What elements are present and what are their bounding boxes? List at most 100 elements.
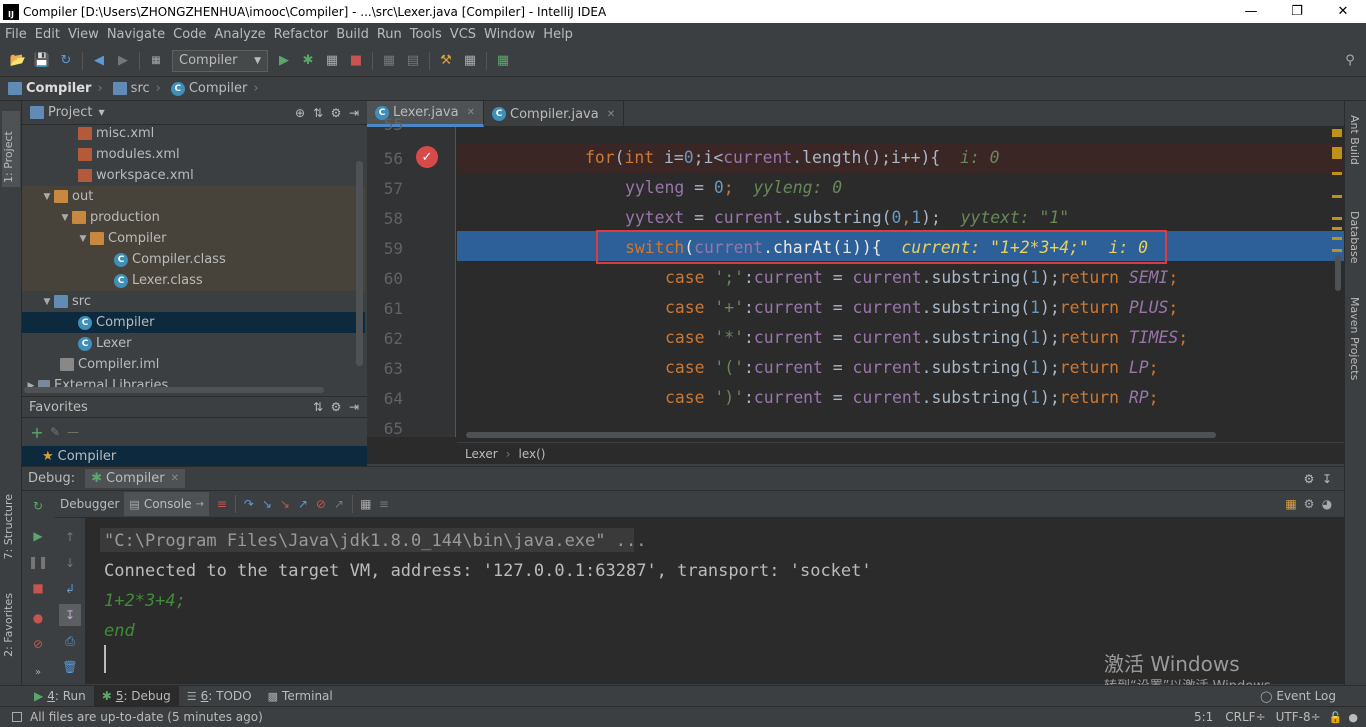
tree-item[interactable]: C Lexer xyxy=(22,333,365,354)
trash-icon[interactable]: 🗑 xyxy=(61,658,79,676)
event-log-button[interactable]: ◯ Event Log xyxy=(1252,686,1344,707)
add-icon[interactable]: + xyxy=(28,423,46,442)
menu-analyze[interactable]: Analyze xyxy=(209,27,268,42)
tool-tab-project[interactable]: 1: Project xyxy=(2,111,20,187)
minimize-button[interactable]: — xyxy=(1228,0,1274,23)
collapse-icon[interactable]: ⇅ xyxy=(309,104,327,122)
settings-wrench-icon[interactable]: ⚒ xyxy=(436,51,456,71)
lock-icon[interactable]: 🔓 xyxy=(1329,711,1343,724)
breadcrumb-method[interactable]: lex() xyxy=(519,447,546,461)
show-execution-point-icon[interactable]: ≡ xyxy=(213,495,231,513)
menu-help[interactable]: Help xyxy=(538,27,576,42)
restore-layout-icon[interactable]: ▦ xyxy=(1282,495,1300,513)
editor-hscrollbar[interactable] xyxy=(466,432,1216,438)
tree-item-selected[interactable]: C Compiler xyxy=(22,312,365,333)
debug-session-tab[interactable]: ✱ Compiler ✕ xyxy=(85,469,185,488)
debug-icon[interactable]: ✱ xyxy=(298,51,318,71)
pin-icon[interactable]: ◕ xyxy=(1318,495,1336,513)
hide-icon[interactable]: ↧ xyxy=(1318,470,1336,488)
trace-icon[interactable]: ≡ xyxy=(375,495,393,513)
menu-tools[interactable]: Tools xyxy=(405,27,445,42)
menu-code[interactable]: Code xyxy=(168,27,209,42)
nav-crumb-class[interactable]: C Compiler › xyxy=(170,81,259,96)
menu-edit[interactable]: Edit xyxy=(30,27,63,42)
nav-crumb-project[interactable]: Compiler › xyxy=(8,81,103,96)
search-icon[interactable]: ⚲ xyxy=(1340,51,1360,71)
project-hscrollbar[interactable] xyxy=(24,387,324,393)
menu-build[interactable]: Build xyxy=(331,27,372,42)
run-config-select[interactable]: Compiler ▼ xyxy=(172,49,268,72)
soft-wrap-icon[interactable]: ↲ xyxy=(61,580,79,598)
step-out-icon[interactable]: ↗ xyxy=(294,495,312,513)
step-into-icon[interactable]: ↘ xyxy=(258,495,276,513)
sdk-icon[interactable]: ▤ xyxy=(403,51,423,71)
code-line-case[interactable]: case ')':current = current.substring(1);… xyxy=(457,383,1343,413)
expand-arrow-icon[interactable]: ▼ xyxy=(40,297,54,307)
collapse-icon[interactable]: ⇅ xyxy=(309,398,327,416)
more-icon[interactable]: » xyxy=(29,663,47,681)
expand-arrow-icon[interactable]: ▼ xyxy=(76,234,90,244)
close-button[interactable]: ✕ xyxy=(1320,0,1366,23)
code-line-58[interactable]: yytext = current.substring(0,1); yytext:… xyxy=(457,203,1343,233)
back-icon[interactable]: ◀ xyxy=(89,51,109,71)
remove-icon[interactable]: — xyxy=(64,423,82,441)
gear-icon[interactable]: ⚙ xyxy=(327,398,345,416)
close-icon[interactable]: ✕ xyxy=(171,473,179,484)
code-line-56[interactable]: for(int i=0;i<current.length();i++){ i: … xyxy=(457,143,1343,173)
edit-icon[interactable]: ✎ xyxy=(46,423,64,441)
tab-terminal[interactable]: ▩ Terminal xyxy=(260,686,341,707)
force-step-into-icon[interactable]: ↘ xyxy=(276,495,294,513)
mute-breakpoints-icon[interactable]: ⊘ xyxy=(29,635,47,653)
project-view-select[interactable]: Project xyxy=(48,105,92,120)
plugin-icon[interactable]: ▦ xyxy=(493,51,513,71)
tab-debugger[interactable]: Debugger xyxy=(55,492,124,516)
file-encoding[interactable]: UTF-8÷ xyxy=(1276,710,1321,724)
tab-compiler-java[interactable]: C Compiler.java ✕ xyxy=(484,101,625,127)
run-to-cursor-icon[interactable]: ↗ xyxy=(330,495,348,513)
expand-arrow-icon[interactable]: ▼ xyxy=(58,213,72,223)
code-line-57[interactable]: yyleng = 0; yyleng: 0 xyxy=(457,173,1343,203)
build-icon[interactable]: ▦ xyxy=(146,51,166,71)
settings-icon[interactable]: ⚙ xyxy=(1300,495,1318,513)
step-over-icon[interactable]: ↷ xyxy=(240,495,258,513)
up-arrow-icon[interactable]: ↑ xyxy=(61,528,79,546)
menu-run[interactable]: Run xyxy=(372,27,405,42)
evaluate-expression-icon[interactable]: ▦ xyxy=(357,495,375,513)
code-line-case[interactable]: case ';':current = current.substring(1);… xyxy=(457,263,1343,293)
view-breakpoints-icon[interactable]: ● xyxy=(29,609,47,627)
menu-file[interactable]: File xyxy=(0,27,30,42)
caret-position[interactable]: 5:1 xyxy=(1194,710,1213,724)
menu-view[interactable]: View xyxy=(63,27,102,42)
locate-icon[interactable]: ⊕ xyxy=(291,104,309,122)
gear-icon[interactable]: ⚙ xyxy=(327,104,345,122)
line-separator[interactable]: CRLF÷ xyxy=(1225,710,1265,724)
hide-icon[interactable]: ⇥ xyxy=(345,104,363,122)
tree-item[interactable]: workspace.xml xyxy=(22,165,365,186)
gear-icon[interactable]: ⚙ xyxy=(1300,470,1318,488)
tree-item[interactable]: Compiler.iml xyxy=(22,354,365,375)
tree-item[interactable]: ▼ src xyxy=(22,291,365,312)
tree-item[interactable]: C Lexer.class xyxy=(22,270,365,291)
tool-tab-maven[interactable]: Maven Projects xyxy=(1348,297,1361,380)
stop-icon[interactable]: ■ xyxy=(346,51,366,71)
code-line-case[interactable]: case '+':current = current.substring(1);… xyxy=(457,293,1343,323)
tab-debug[interactable]: ✱ 5: Debug xyxy=(93,685,179,707)
tree-item[interactable]: ▼ production xyxy=(22,207,365,228)
down-arrow-icon[interactable]: ↓ xyxy=(61,554,79,572)
chevron-down-icon[interactable]: ▼ xyxy=(98,108,104,117)
project-scrollbar[interactable] xyxy=(356,161,363,366)
save-icon[interactable]: 💾 xyxy=(32,51,52,71)
rerun-icon[interactable]: ↻ xyxy=(29,497,47,515)
menu-refactor[interactable]: Refactor xyxy=(269,27,332,42)
close-icon[interactable]: ✕ xyxy=(607,109,615,120)
tree-item[interactable]: misc.xml xyxy=(22,123,365,144)
maximize-button[interactable]: ❐ xyxy=(1274,0,1320,23)
code-line-case[interactable]: case '(':current = current.substring(1);… xyxy=(457,353,1343,383)
nav-crumb-src[interactable]: src › xyxy=(112,81,161,96)
drop-frame-icon[interactable]: ⊘ xyxy=(312,495,330,513)
tree-item[interactable]: ▼ Compiler xyxy=(22,228,365,249)
resume-icon[interactable]: ▶ xyxy=(29,527,47,545)
editor-vscrollbar[interactable] xyxy=(1335,255,1341,291)
tab-console[interactable]: ▤ Console → xyxy=(124,492,209,516)
tree-item[interactable]: modules.xml xyxy=(22,144,365,165)
